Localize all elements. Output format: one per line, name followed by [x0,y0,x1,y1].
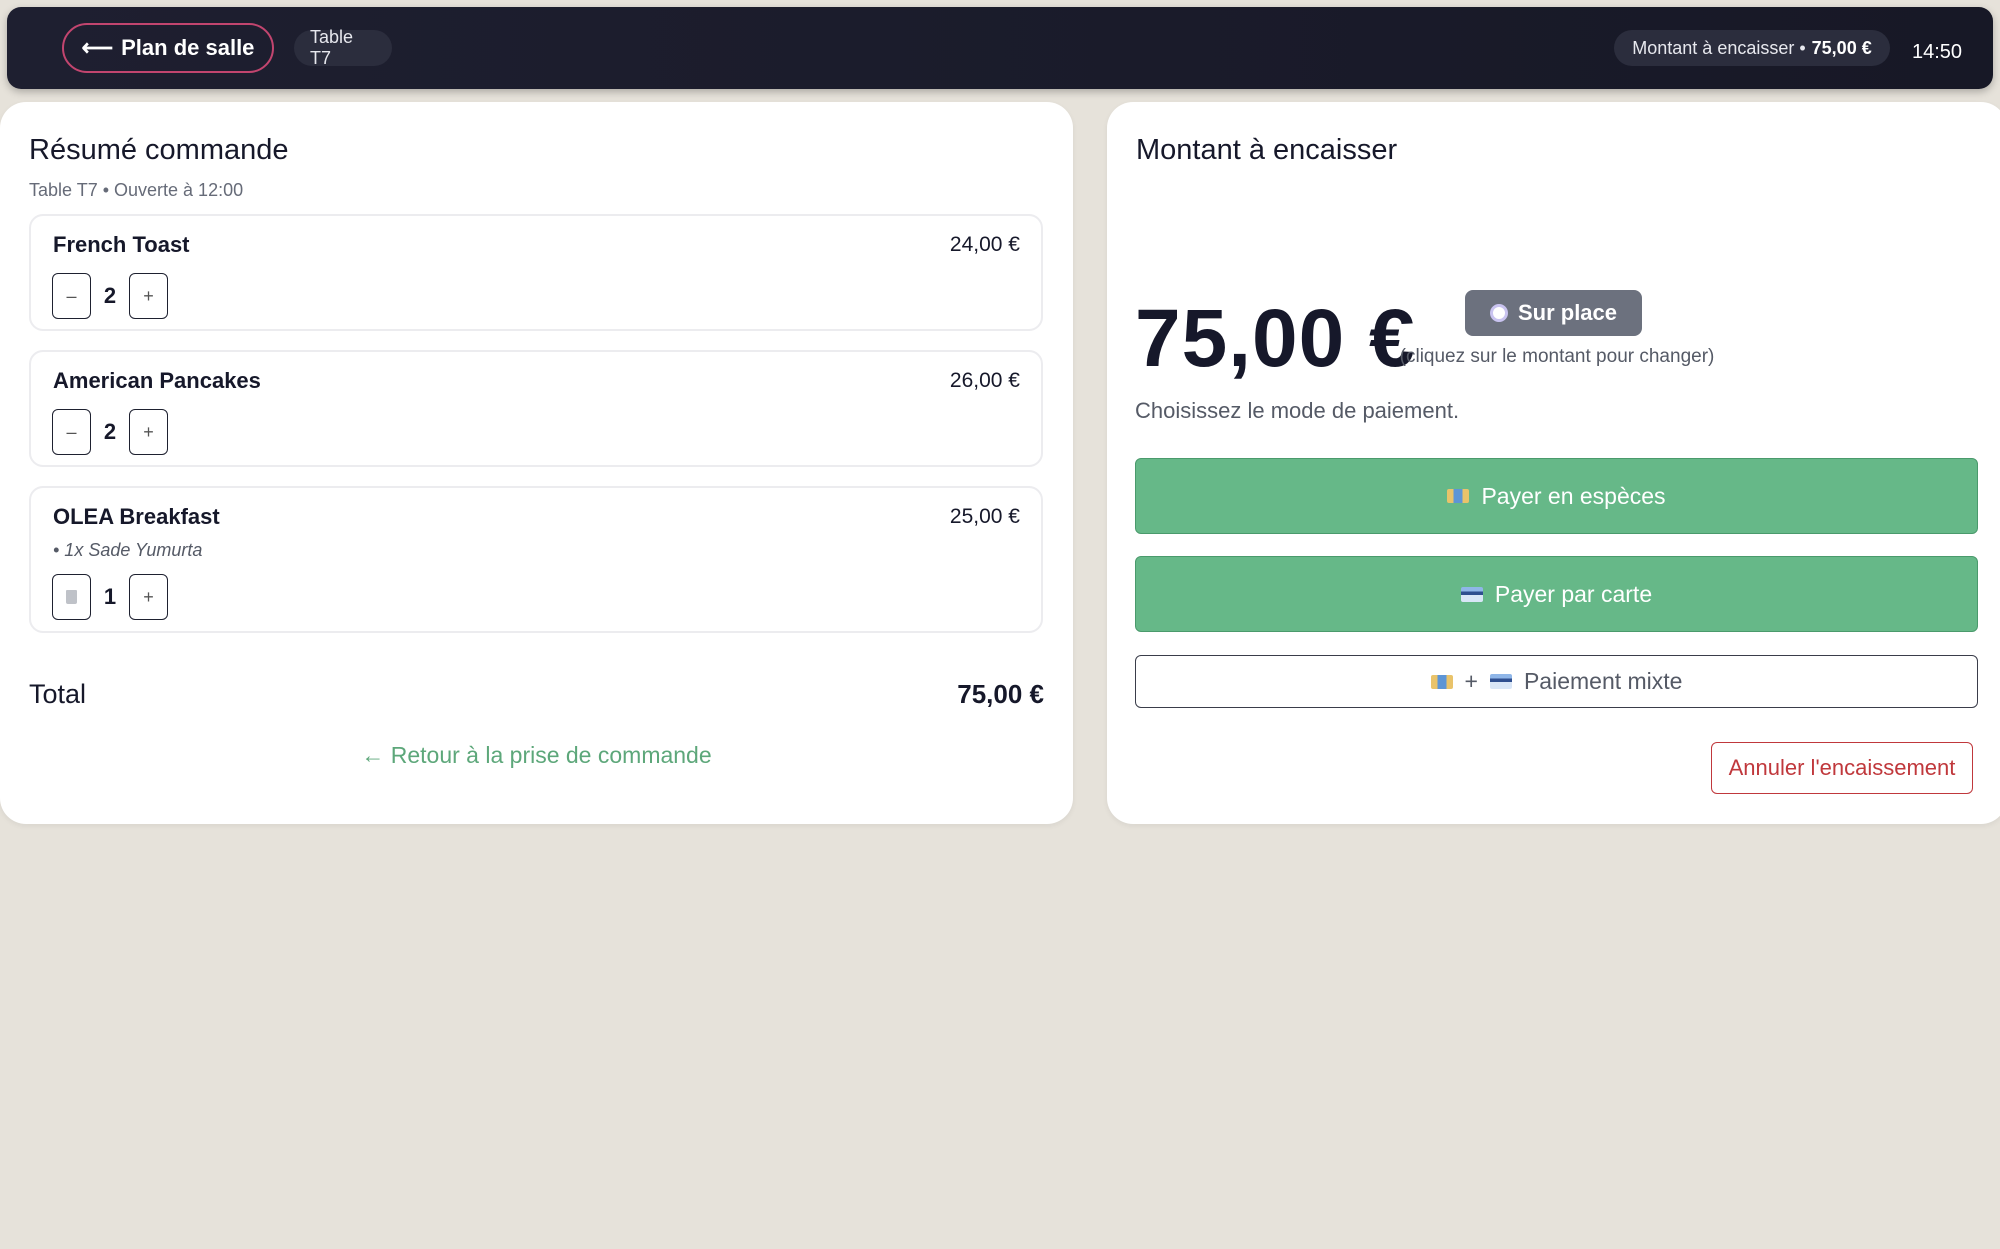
total-label: Total [29,679,87,709]
order-summary-title: Résumé commande [29,134,289,166]
order-item: OLEA Breakfast 25,00 € • 1x Sade Yumurta… [29,486,1043,633]
banknote-icon [1447,489,1470,503]
trash-icon [66,590,77,604]
payment-title: Montant à encaisser [1136,134,1398,166]
item-price: 25,00 € [949,505,1020,528]
pay-cash-label: Payer en espèces [1481,482,1666,509]
pay-card-label: Payer par carte [1494,580,1653,607]
payment-card: Montant à encaisser 75,00 € Sur place (c… [1107,102,2000,824]
pay-cash-button[interactable]: Payer en espèces [1135,458,1978,534]
plus-separator: + [1464,668,1478,694]
increase-quantity-button[interactable]: + [129,574,168,620]
item-option: • 1x Sade Yumurta [53,540,203,560]
amount-chip: Montant à encaisser • 75,00 € [1614,30,1890,66]
amount-chip-label: Montant à encaisser • [1632,37,1806,58]
quantity-stepper: – 2 + [52,273,168,319]
top-bar: ⟵ Plan de salle Table T7 Montant à encai… [7,7,1993,89]
table-chip: Table T7 [294,27,392,68]
item-quantity: 1 [103,584,117,609]
amount-chip-value: 75,00 € [1811,37,1872,58]
dining-mode-toggle[interactable]: Sur place [1465,290,1642,336]
increase-quantity-button[interactable]: + [129,409,168,455]
pay-mixed-button[interactable]: + Paiement mixte [1135,655,1978,708]
plate-icon [1489,304,1508,322]
item-name: OLEA Breakfast [53,504,220,529]
item-quantity: 2 [103,419,117,444]
item-quantity: 2 [103,283,117,308]
amount-display[interactable]: 75,00 € [1135,292,1416,386]
remove-item-button[interactable] [52,574,91,620]
total-value: 75,00 € [957,679,1044,709]
decrease-quantity-button[interactable]: – [52,409,91,455]
quantity-stepper: 1 + [52,574,168,620]
dining-mode-label: Sur place [1517,300,1618,325]
item-name: French Toast [53,232,190,257]
choose-payment-text: Choisissez le mode de paiement. [1135,398,1460,423]
order-item: American Pancakes 26,00 € – 2 + [29,350,1043,467]
cancel-payment-button[interactable]: Annuler l'encaissement [1711,742,1973,794]
banknote-icon [1430,674,1453,689]
clock: 14:50 [1912,41,1963,63]
item-price: 26,00 € [949,369,1020,392]
credit-card-icon [1489,674,1512,689]
credit-card-icon [1460,586,1483,602]
decrease-quantity-button[interactable]: – [52,273,91,319]
order-subtitle: Table T7 • Ouverte à 12:00 [29,180,244,200]
pay-mixed-label: Paiement mixte [1523,668,1683,694]
back-to-order-link[interactable]: ← Retour à la prise de commande [0,742,1073,769]
increase-quantity-button[interactable]: + [129,273,168,319]
mode-hint: (cliquez sur le montant pour changer) [1399,346,1715,367]
quantity-stepper: – 2 + [52,409,168,455]
order-item: French Toast 24,00 € – 2 + [29,214,1043,331]
arrow-left-icon: ⟵ [81,35,114,60]
item-name: American Pancakes [53,368,261,393]
back-to-floor-plan-button[interactable]: ⟵ Plan de salle [62,23,274,73]
pay-card-button[interactable]: Payer par carte [1135,556,1978,632]
item-price: 24,00 € [949,233,1020,256]
back-button-label: Plan de salle [121,35,255,60]
order-summary-card: Résumé commande Table T7 • Ouverte à 12:… [0,102,1073,824]
